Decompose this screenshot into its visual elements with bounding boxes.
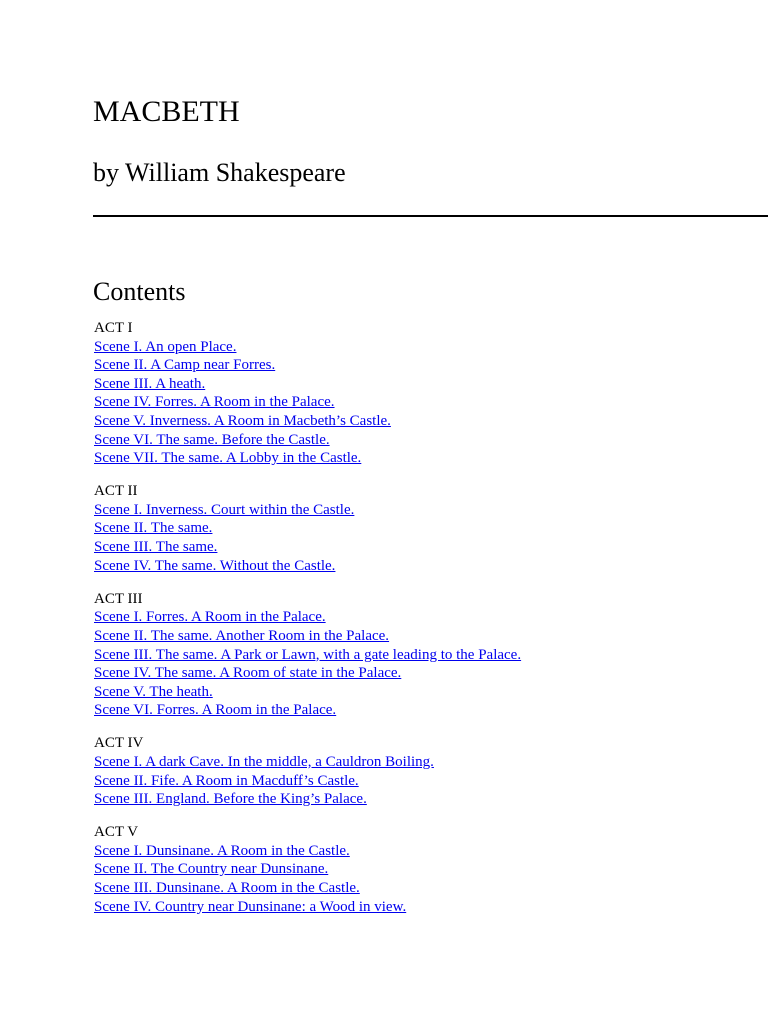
scene-link[interactable]: Scene IV. The same. Without the Castle. (94, 557, 521, 576)
scene-link[interactable]: Scene III. England. Before the King’s Pa… (94, 790, 521, 809)
scene-link[interactable]: Scene III. Dunsinane. A Room in the Cast… (94, 879, 521, 898)
scene-link[interactable]: Scene III. The same. (94, 538, 521, 557)
scene-link[interactable]: Scene IV. The same. A Room of state in t… (94, 664, 521, 683)
scene-link[interactable]: Scene IV. Forres. A Room in the Palace. (94, 393, 521, 412)
scene-link[interactable]: Scene IV. Country near Dunsinane: a Wood… (94, 898, 521, 917)
book-title: MACBETH (93, 95, 240, 128)
scene-link[interactable]: Scene I. Inverness. Court within the Cas… (94, 501, 521, 520)
scene-link[interactable]: Scene III. A heath. (94, 375, 521, 394)
scene-link[interactable]: Scene V. The heath. (94, 683, 521, 702)
scene-link[interactable]: Scene I. A dark Cave. In the middle, a C… (94, 753, 521, 772)
scene-link[interactable]: Scene II. The same. Another Room in the … (94, 627, 521, 646)
divider (93, 215, 768, 217)
act-label: ACT I (94, 320, 133, 336)
scene-link[interactable]: Scene II. The same. (94, 519, 521, 538)
scene-link[interactable]: Scene I. Dunsinane. A Room in the Castle… (94, 842, 521, 861)
act-label: ACT II (94, 483, 138, 500)
act-label: ACT IV (94, 735, 144, 752)
scene-link[interactable]: Scene I. An open Place. (94, 338, 521, 357)
scene-link[interactable]: Scene VII. The same. A Lobby in the Cast… (94, 449, 521, 468)
act-label: ACT V (94, 824, 139, 841)
act-section: ACT IV Scene I. A dark Cave. In the middl… (94, 734, 521, 808)
scene-link[interactable]: Scene II. A Camp near Forres. (94, 356, 521, 375)
table-of-contents: ACT I Scene I. An open Place. Scene II. A … (94, 319, 521, 931)
scene-link[interactable]: Scene II. Fife. A Room in Macduff’s Cast… (94, 772, 521, 791)
scene-link[interactable]: Scene I. Forres. A Room in the Palace. (94, 608, 521, 627)
scene-link[interactable]: Scene III. The same. A Park or Lawn, wit… (94, 646, 521, 665)
scene-link[interactable]: Scene VI. Forres. A Room in the Palace. (94, 701, 521, 720)
act-section: ACT II Scene I. Inverness. Court within t… (94, 482, 521, 575)
scene-link[interactable]: Scene VI. The same. Before the Castle. (94, 431, 521, 450)
act-section: ACT V Scene I. Dunsinane. A Room in the C… (94, 823, 521, 916)
scene-link[interactable]: Scene II. The Country near Dunsinane. (94, 860, 521, 879)
act-label: ACT III (94, 590, 143, 607)
act-section: ACT I Scene I. An open Place. Scene II. A … (94, 319, 521, 468)
scene-link[interactable]: Scene V. Inverness. A Room in Macbeth’s … (94, 412, 521, 431)
book-author: by William Shakespeare (93, 158, 346, 187)
act-section: ACT III Scene I. Forres. A Room in the Pa… (94, 590, 521, 720)
contents-heading: Contents (93, 277, 186, 306)
